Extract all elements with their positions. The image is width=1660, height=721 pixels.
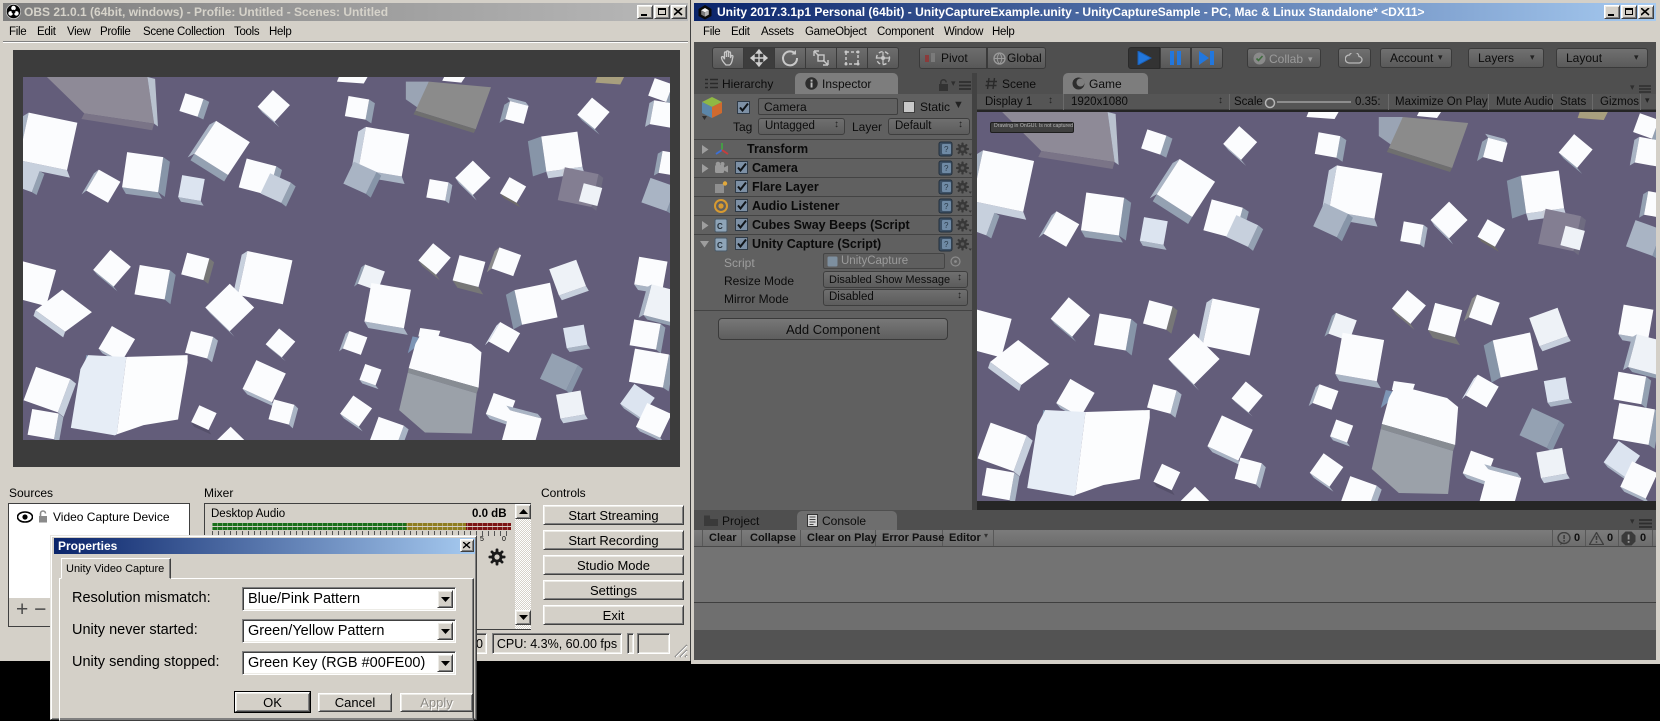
svg-text:?: ? [944,183,949,192]
svg-text:?: ? [944,145,949,154]
svg-text:C: C [717,241,723,250]
svg-text:?: ? [944,240,949,249]
svg-text:?: ? [944,221,949,230]
svg-text:C: C [717,222,723,231]
svg-text:?: ? [944,164,949,173]
svg-text:?: ? [944,202,949,211]
